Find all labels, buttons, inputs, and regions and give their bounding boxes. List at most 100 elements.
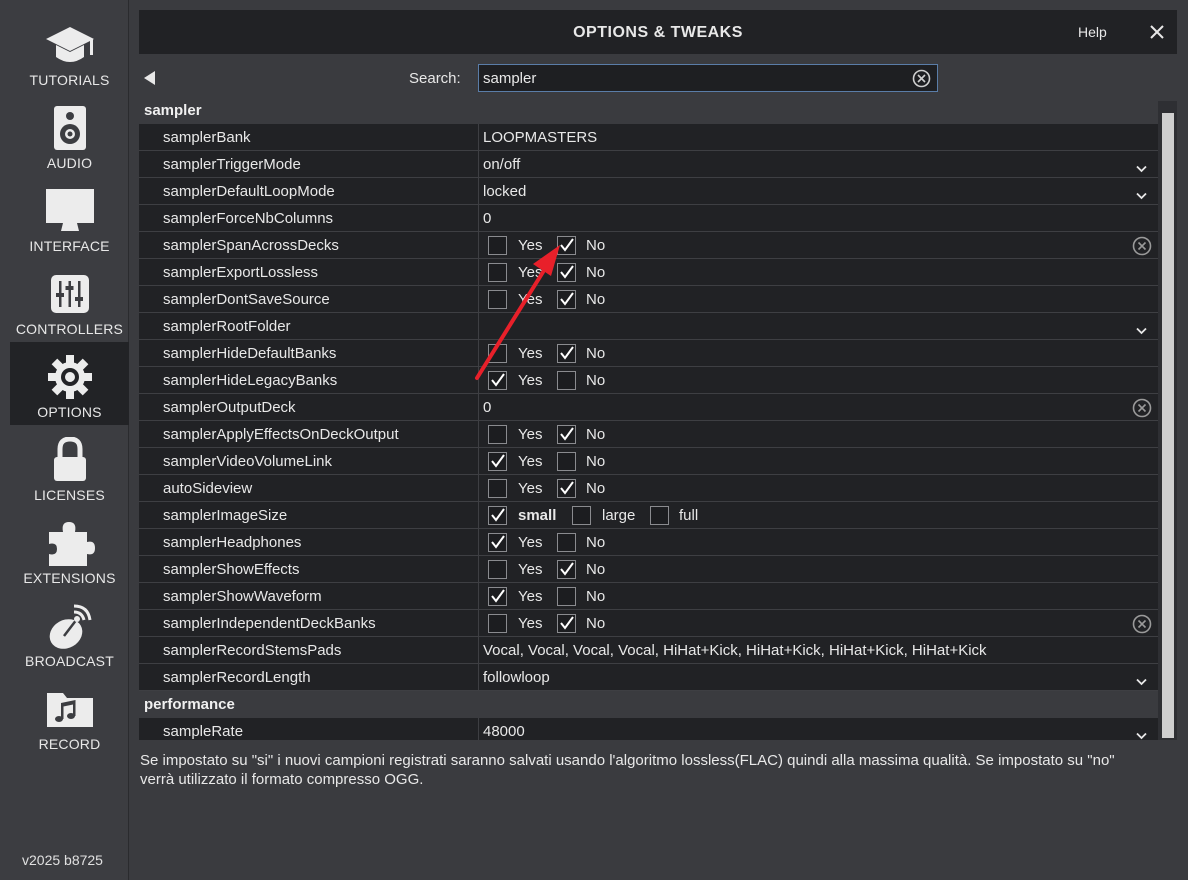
- small-checkbox[interactable]: [488, 506, 507, 525]
- yes-label: Yes: [518, 372, 543, 389]
- monitor-icon: [10, 186, 129, 236]
- no-checkbox[interactable]: [557, 344, 576, 363]
- sidebar-item-extensions[interactable]: EXTENSIONS: [10, 508, 129, 591]
- clear-search-icon[interactable]: [912, 69, 931, 88]
- search-box[interactable]: [478, 64, 938, 92]
- option-name: samplerSpanAcrossDecks: [163, 237, 339, 254]
- close-icon[interactable]: [1147, 22, 1167, 42]
- no-checkbox[interactable]: [557, 236, 576, 255]
- table-row: sampleRate 48000: [139, 718, 1158, 740]
- search-input[interactable]: [483, 68, 903, 88]
- chevron-down-icon[interactable]: [1136, 187, 1147, 200]
- back-arrow-icon[interactable]: [143, 70, 157, 86]
- yes-checkbox[interactable]: [488, 479, 507, 498]
- sidebar-item-broadcast[interactable]: BROADCAST: [10, 591, 129, 674]
- sidebar-item-label: LICENSES: [34, 487, 105, 503]
- lock-icon: [10, 435, 129, 485]
- option-value[interactable]: LOOPMASTERS: [483, 129, 597, 146]
- option-name: samplerRootFolder: [163, 318, 291, 335]
- section-header: sampler: [139, 101, 1158, 124]
- help-button[interactable]: Help: [1078, 24, 1107, 40]
- sidebar-item-controllers[interactable]: CONTROLLERS: [10, 259, 129, 342]
- sidebar-item-record[interactable]: RECORD: [10, 674, 129, 757]
- no-checkbox[interactable]: [557, 614, 576, 633]
- option-value[interactable]: 0: [483, 210, 491, 227]
- option-dropdown[interactable]: locked: [483, 183, 526, 200]
- sidebar-item-label: CONTROLLERS: [15, 321, 124, 337]
- option-dropdown[interactable]: 48000: [483, 723, 525, 740]
- graduation-cap-icon: [10, 20, 129, 70]
- no-checkbox[interactable]: [557, 263, 576, 282]
- yes-checkbox[interactable]: [488, 452, 507, 471]
- yes-checkbox[interactable]: [488, 533, 507, 552]
- yes-checkbox[interactable]: [488, 263, 507, 282]
- option-name: samplerImageSize: [163, 507, 288, 524]
- table-row: samplerShowWaveform Yes No: [139, 583, 1158, 610]
- no-checkbox[interactable]: [557, 290, 576, 309]
- large-checkbox[interactable]: [572, 506, 591, 525]
- option-name: samplerShowWaveform: [163, 588, 322, 605]
- sliders-icon: [10, 269, 129, 319]
- option-name: samplerHideDefaultBanks: [163, 345, 337, 362]
- yes-label: Yes: [518, 453, 543, 470]
- no-checkbox[interactable]: [557, 533, 576, 552]
- chevron-down-icon[interactable]: [1136, 160, 1147, 173]
- sidebar-item-licenses[interactable]: LICENSES: [10, 425, 129, 508]
- table-row: samplerApplyEffectsOnDeckOutput Yes No: [139, 421, 1158, 448]
- yes-checkbox[interactable]: [488, 587, 507, 606]
- option-name: samplerRecordLength: [163, 669, 311, 686]
- no-checkbox[interactable]: [557, 425, 576, 444]
- no-label: No: [586, 345, 606, 362]
- chevron-down-icon[interactable]: [1136, 673, 1147, 686]
- yes-checkbox[interactable]: [488, 290, 507, 309]
- no-label: No: [586, 480, 606, 497]
- yes-label: Yes: [518, 237, 543, 254]
- option-name: samplerTriggerMode: [163, 156, 301, 173]
- sidebar: TUTORIALS AUDIO INTERFACE CONTROLLERS OP…: [0, 0, 129, 880]
- sidebar-item-interface[interactable]: INTERFACE: [10, 176, 129, 259]
- chevron-down-icon[interactable]: [1136, 727, 1147, 740]
- yes-checkbox[interactable]: [488, 425, 507, 444]
- sidebar-item-label: TUTORIALS: [29, 72, 110, 88]
- yes-checkbox[interactable]: [488, 614, 507, 633]
- no-checkbox[interactable]: [557, 587, 576, 606]
- option-value[interactable]: Vocal, Vocal, Vocal, Vocal, HiHat+Kick, …: [483, 642, 987, 659]
- search-label: Search:: [409, 70, 461, 87]
- scrollbar-thumb[interactable]: [1162, 113, 1174, 738]
- option-description: Se impostato su "si" i nuovi campioni re…: [140, 752, 1115, 788]
- table-row: samplerHideLegacyBanks Yes No: [139, 367, 1158, 394]
- option-value[interactable]: 0: [483, 399, 491, 416]
- sidebar-item-tutorials[interactable]: TUTORIALS: [10, 10, 129, 93]
- reset-icon[interactable]: [1132, 614, 1152, 634]
- large-label: large: [602, 507, 636, 524]
- yes-checkbox[interactable]: [488, 560, 507, 579]
- yes-label: Yes: [518, 534, 543, 551]
- reset-icon[interactable]: [1132, 236, 1152, 256]
- sidebar-item-audio[interactable]: AUDIO: [10, 93, 129, 176]
- section-header: performance: [139, 691, 1158, 718]
- yes-checkbox[interactable]: [488, 344, 507, 363]
- sidebar-item-label: EXTENSIONS: [23, 570, 116, 586]
- sidebar-item-options[interactable]: OPTIONS: [10, 342, 129, 425]
- page-title: OPTIONS & TWEAKS: [573, 24, 743, 41]
- no-checkbox[interactable]: [557, 479, 576, 498]
- option-dropdown[interactable]: on/off: [483, 156, 520, 173]
- yes-checkbox[interactable]: [488, 236, 507, 255]
- yes-checkbox[interactable]: [488, 371, 507, 390]
- table-row: samplerVideoVolumeLink Yes No: [139, 448, 1158, 475]
- sidebar-item-label: RECORD: [38, 736, 101, 752]
- no-checkbox[interactable]: [557, 560, 576, 579]
- reset-icon[interactable]: [1132, 398, 1152, 418]
- full-checkbox[interactable]: [650, 506, 669, 525]
- table-row: samplerRootFolder: [139, 313, 1158, 340]
- no-checkbox[interactable]: [557, 371, 576, 390]
- no-checkbox[interactable]: [557, 452, 576, 471]
- no-label: No: [586, 588, 606, 605]
- full-label: full: [679, 507, 699, 524]
- chevron-down-icon[interactable]: [1136, 322, 1147, 335]
- yes-label: Yes: [518, 291, 543, 308]
- yes-label: Yes: [518, 345, 543, 362]
- table-row: samplerRecordStemsPads Vocal, Vocal, Voc…: [139, 637, 1158, 664]
- option-dropdown[interactable]: followloop: [483, 669, 550, 686]
- option-name: samplerApplyEffectsOnDeckOutput: [163, 426, 399, 443]
